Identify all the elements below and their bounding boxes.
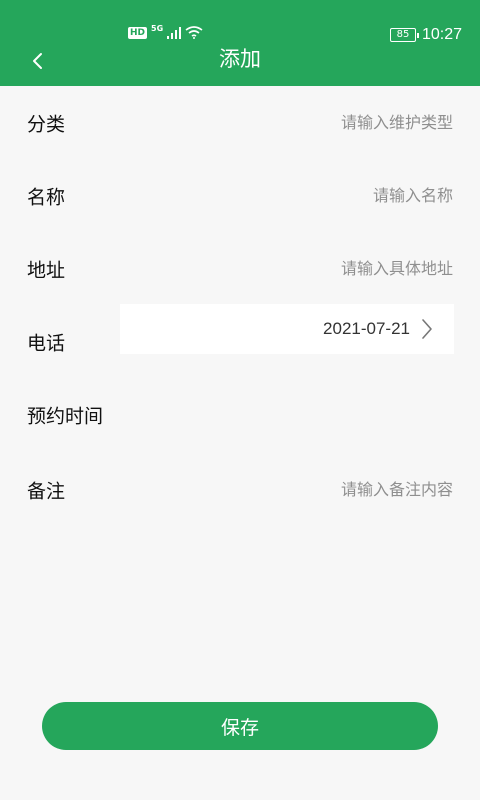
signal-icon	[167, 26, 182, 39]
name-input[interactable]	[213, 180, 453, 211]
address-row: 地址	[0, 232, 480, 305]
category-row: 分类	[0, 86, 480, 159]
clock: 10:27	[421, 26, 462, 43]
chevron-right-icon	[422, 319, 432, 339]
battery-icon: 85	[389, 28, 419, 42]
wifi-icon	[185, 26, 203, 39]
category-input[interactable]	[213, 107, 453, 138]
appointment-label: 预约时间	[27, 405, 104, 427]
note-input[interactable]	[213, 474, 453, 505]
note-row: 备注	[0, 453, 480, 526]
save-button[interactable]: 保存	[42, 702, 438, 750]
address-input[interactable]	[213, 253, 453, 284]
address-label: 地址	[27, 259, 66, 281]
category-label: 分类	[27, 113, 66, 135]
status-bar-right: 85 10:27	[389, 26, 462, 44]
name-label: 名称	[27, 186, 66, 208]
name-row: 名称	[0, 159, 480, 232]
page-title: 添加	[219, 47, 261, 71]
appointment-row: 预约时间	[0, 378, 480, 451]
status-bar: HD 5G 85 10:27	[0, 0, 480, 43]
note-label: 备注	[27, 480, 66, 502]
network-type: 5G	[151, 24, 164, 33]
app-header: HD 5G 85 10:27 添加	[0, 0, 480, 86]
hd-badge: HD	[128, 26, 148, 39]
phone-label: 电话	[27, 332, 66, 354]
appointment-date-picker[interactable]: 2021-07-21	[120, 304, 454, 354]
appointment-date-value: 2021-07-21	[323, 319, 410, 338]
status-bar-signals: HD 5G	[128, 24, 203, 39]
